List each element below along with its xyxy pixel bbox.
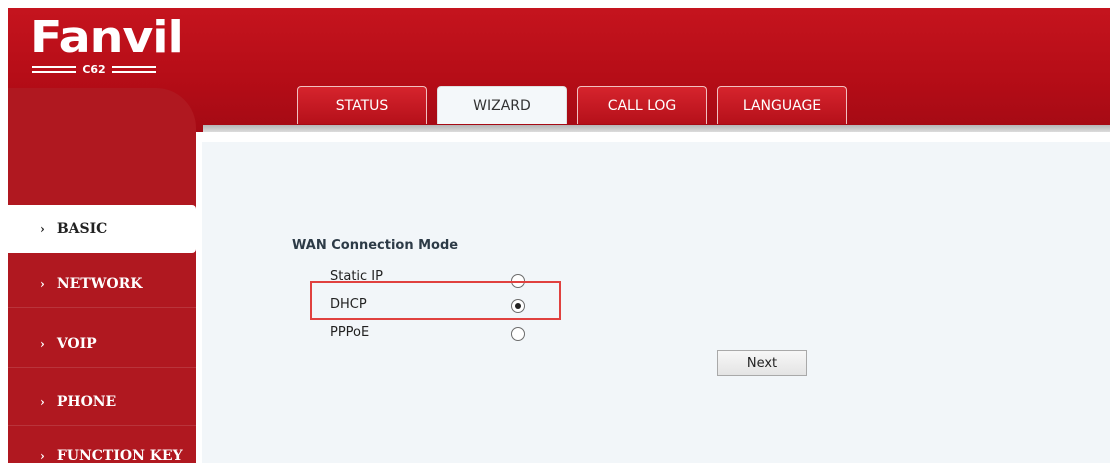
fanvil-logo: Fanvil C62: [30, 16, 184, 76]
chevron-right-icon: ›: [40, 221, 45, 236]
logo-model-text: C62: [82, 62, 106, 76]
logo-wordmark: Fanvil: [30, 12, 184, 63]
chevron-right-icon: ›: [40, 336, 45, 351]
tab-call-log-label: CALL LOG: [607, 97, 677, 114]
tab-language-label: LANGUAGE: [742, 97, 822, 114]
sidebar: › BASIC › NETWORK › VOIP › PHONE › FUNCT…: [8, 88, 196, 463]
chevron-right-icon: ›: [40, 276, 45, 291]
sidebar-item-label: PHONE: [56, 393, 117, 410]
radio-pppoe[interactable]: [511, 327, 525, 341]
wizard-content: WAN Connection Mode Static IP DHCP PPPoE…: [202, 142, 1110, 463]
chevron-right-icon: ›: [40, 448, 45, 463]
header-gray-band: [203, 125, 1110, 132]
tab-status-label: STATUS: [335, 97, 389, 114]
option-label-pppoe: PPPoE: [330, 325, 370, 340]
main-tabs: STATUS WIZARD CALL LOG LANGUAGE: [297, 86, 847, 124]
sidebar-item-label: BASIC: [56, 220, 108, 237]
sidebar-item-phone[interactable]: › PHONE: [8, 378, 196, 426]
logo-line-left: [32, 65, 77, 73]
next-button[interactable]: Next: [717, 350, 807, 376]
tab-status[interactable]: STATUS: [297, 86, 427, 124]
sidebar-item-label: FUNCTION KEY: [56, 447, 183, 463]
sidebar-item-label: NETWORK: [56, 275, 143, 292]
sidebar-item-basic[interactable]: › BASIC: [8, 205, 196, 253]
tab-wizard-label: WIZARD: [473, 97, 531, 114]
sidebar-item-label: VOIP: [56, 335, 97, 352]
tab-call-log[interactable]: CALL LOG: [577, 86, 707, 124]
chevron-right-icon: ›: [40, 394, 45, 409]
logo-model-badge: C62: [32, 62, 157, 76]
logo-line-right: [111, 65, 157, 73]
sidebar-item-network[interactable]: › NETWORK: [8, 260, 196, 308]
tab-wizard[interactable]: WIZARD: [437, 86, 567, 124]
tab-language[interactable]: LANGUAGE: [717, 86, 847, 124]
next-button-label: Next: [746, 355, 778, 371]
sidebar-item-voip[interactable]: › VOIP: [8, 320, 196, 368]
section-title: WAN Connection Mode: [292, 238, 459, 253]
selection-highlight-box: [310, 281, 561, 320]
sidebar-item-function-key[interactable]: › FUNCTION KEY: [8, 432, 196, 463]
